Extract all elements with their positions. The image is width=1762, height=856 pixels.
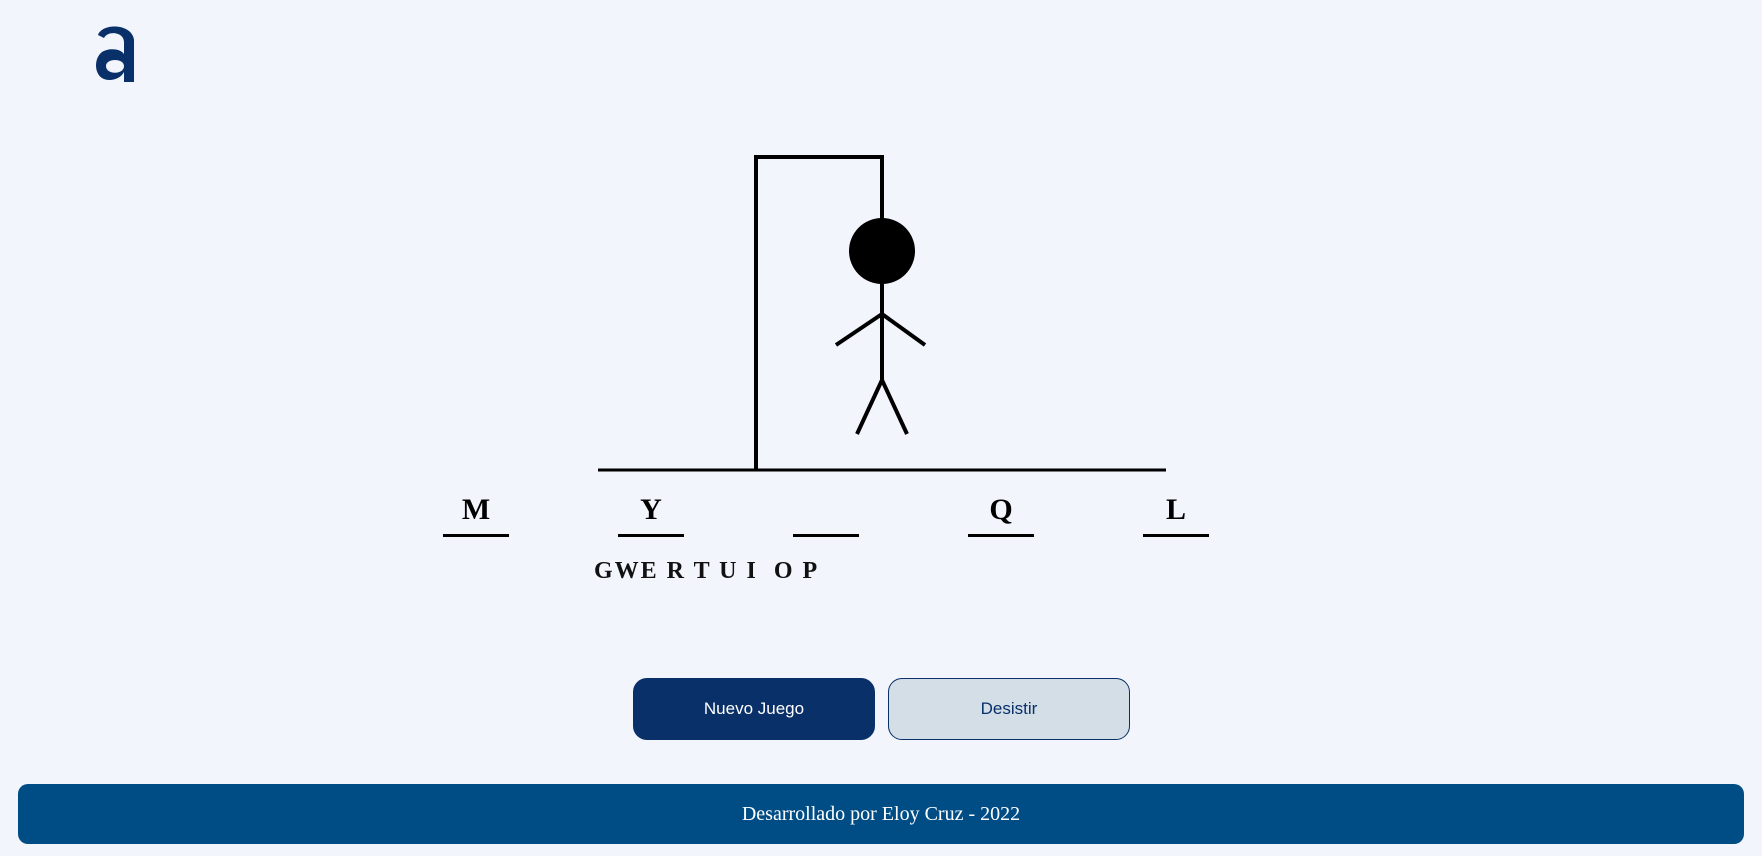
hangman-left-arm — [834, 312, 884, 347]
new-game-button[interactable]: Nuevo Juego — [633, 678, 875, 740]
letter-slot: L — [1143, 490, 1209, 537]
wrong-letters: GWE R T U I O P — [594, 558, 820, 584]
letter-slot: Y — [618, 490, 684, 537]
hangman-head — [849, 218, 915, 284]
page: M Y Q L GWE R T U I O P Nuevo Juego Desi… — [0, 0, 1762, 856]
hangman-right-leg — [880, 379, 909, 435]
letter-slot: Q — [968, 490, 1034, 537]
footer-text: Desarrollado por Eloy Cruz - 2022 — [741, 802, 1021, 825]
slot-letter: L — [1165, 493, 1186, 526]
footer: Desarrollado por Eloy Cruz - 2022 — [18, 784, 1744, 844]
letter-slot: M — [443, 490, 509, 537]
hangman-right-arm — [880, 312, 927, 347]
slot-letter: Q — [989, 493, 1013, 526]
give-up-button[interactable]: Desistir — [888, 678, 1130, 740]
hangman-left-leg — [855, 379, 884, 435]
word-slots: M Y Q L — [440, 490, 1220, 540]
slot-letter: Y — [640, 493, 662, 526]
letter-slot — [793, 490, 859, 537]
slot-letter: M — [461, 493, 491, 526]
hangman-drawing — [598, 152, 1166, 482]
logo[interactable] — [94, 20, 138, 84]
alura-logo-icon — [96, 26, 134, 82]
